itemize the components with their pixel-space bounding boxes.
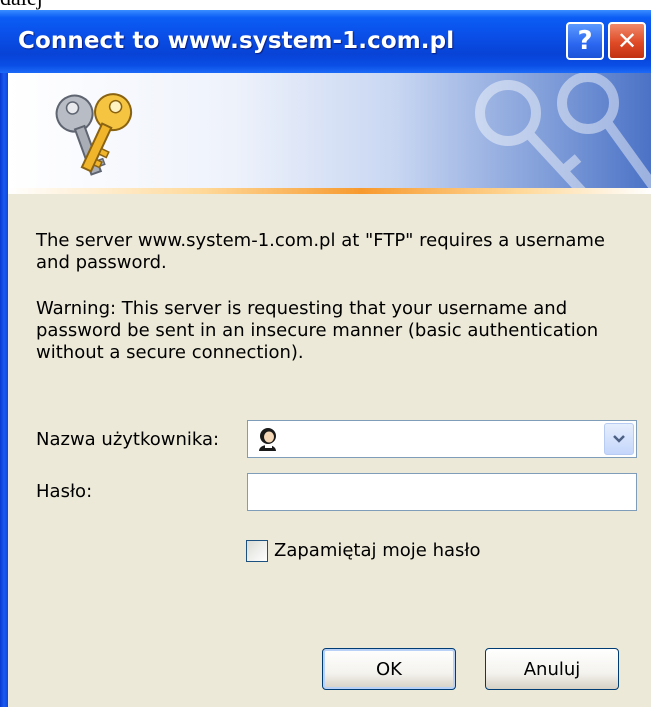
header-banner — [8, 73, 651, 188]
username-label: Nazwa użytkownika: — [36, 429, 220, 450]
login-dialog: Connect to www.system-1.com.pl ? ✕ The s… — [0, 10, 651, 707]
security-warning: Warning: This server is requesting that … — [36, 298, 599, 363]
close-button[interactable]: ✕ — [608, 22, 646, 60]
password-field[interactable] — [247, 473, 637, 511]
window-title: Connect to www.system-1.com.pl — [18, 28, 455, 54]
remember-password-checkbox[interactable] — [246, 540, 268, 562]
title-bar[interactable]: Connect to www.system-1.com.pl ? ✕ — [0, 10, 651, 73]
help-button[interactable]: ? — [566, 22, 604, 60]
cropped-background-text: dalej — [0, 0, 43, 10]
close-icon: ✕ — [616, 27, 638, 55]
username-combobox[interactable] — [247, 420, 637, 458]
user-icon — [259, 428, 276, 451]
ok-button[interactable]: OK — [322, 648, 456, 690]
dropdown-button[interactable] — [604, 423, 634, 455]
password-label: Hasło: — [36, 481, 93, 502]
cancel-button[interactable]: Anuluj — [485, 648, 619, 690]
keys-watermark-icon — [475, 73, 651, 188]
server-message: The server www.system-1.com.pl at "FTP" … — [36, 230, 606, 273]
keys-icon — [55, 93, 133, 176]
dialog-body: The server www.system-1.com.pl at "FTP" … — [8, 194, 651, 707]
chevron-down-icon — [613, 435, 625, 443]
remember-password-label[interactable]: Zapamiętaj moje hasło — [274, 536, 481, 566]
help-icon: ? — [577, 26, 593, 56]
